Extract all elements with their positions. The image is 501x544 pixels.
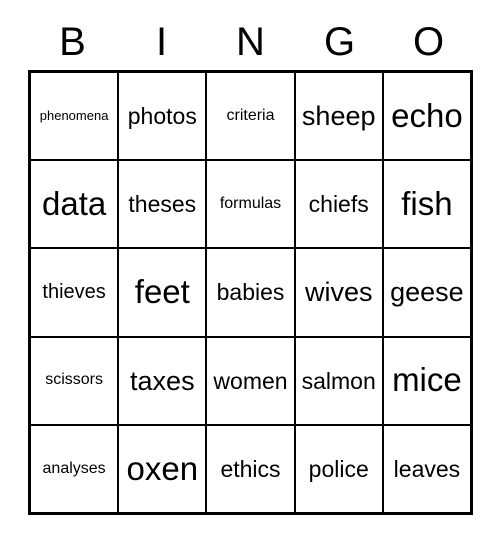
bingo-cell-label: formulas: [219, 194, 282, 212]
bingo-cell[interactable]: women: [207, 337, 296, 424]
bingo-cell-label: salmon: [301, 367, 376, 394]
bingo-cell[interactable]: police: [295, 425, 384, 513]
bingo-cell[interactable]: sheep: [295, 73, 384, 160]
bingo-cell[interactable]: criteria: [207, 73, 296, 160]
bingo-cell[interactable]: wives: [295, 249, 384, 336]
bingo-cell[interactable]: geese: [383, 249, 471, 336]
bingo-cell-label: wives: [304, 277, 373, 308]
bingo-cell[interactable]: feet: [119, 249, 208, 336]
bingo-cell-label: taxes: [130, 365, 195, 396]
bingo-cell[interactable]: scissors: [31, 337, 120, 424]
bingo-cell-label: thieves: [42, 281, 106, 303]
bingo-cell-label: geese: [390, 277, 464, 308]
bingo-cell-label: babies: [216, 279, 285, 306]
bingo-cell[interactable]: photos: [119, 73, 208, 160]
bingo-cell-label: criteria: [226, 106, 275, 124]
bingo-cell-label: echo: [391, 96, 463, 134]
bingo-cell[interactable]: data: [31, 161, 120, 248]
bingo-cell-label: scissors: [45, 371, 103, 389]
bingo-cell[interactable]: taxes: [119, 337, 208, 424]
bingo-row: thieves feet babies wives geese: [31, 249, 471, 338]
bingo-cell[interactable]: fish: [383, 161, 471, 248]
bingo-card: B I N G O phenomena photos criteria shee…: [0, 0, 501, 544]
header-letter-b: B: [59, 20, 86, 64]
bingo-cell[interactable]: oxen: [119, 425, 208, 513]
bingo-row: scissors taxes women salmon mice: [31, 337, 471, 426]
header-letter-n: N: [236, 20, 265, 64]
bingo-cell-label: theses: [128, 191, 197, 218]
bingo-header-row: B I N G O: [28, 14, 473, 70]
bingo-cell[interactable]: chiefs: [295, 161, 384, 248]
bingo-cell-label: photos: [127, 103, 197, 130]
bingo-cell[interactable]: babies: [207, 249, 296, 336]
bingo-cell-label: feet: [134, 273, 190, 311]
bingo-cell[interactable]: mice: [383, 337, 471, 424]
bingo-row: data theses formulas chiefs fish: [31, 161, 471, 250]
bingo-cell-label: leaves: [393, 455, 461, 482]
bingo-cell-label: ethics: [220, 455, 281, 482]
bingo-cell-label: oxen: [126, 449, 199, 487]
bingo-cell[interactable]: analyses: [31, 425, 120, 513]
bingo-cell[interactable]: theses: [119, 161, 208, 248]
header-letter-g: G: [323, 20, 356, 64]
bingo-row: phenomena photos criteria sheep echo: [31, 73, 471, 162]
bingo-row: analyses oxen ethics police leaves: [31, 425, 471, 513]
bingo-cell[interactable]: ethics: [207, 425, 296, 513]
bingo-cell[interactable]: salmon: [295, 337, 384, 424]
header-letter-o: O: [412, 20, 445, 64]
bingo-cell[interactable]: thieves: [31, 249, 120, 336]
bingo-grid: phenomena photos criteria sheep echo dat…: [28, 70, 473, 515]
bingo-cell-label: sheep: [301, 100, 376, 131]
bingo-cell[interactable]: leaves: [383, 425, 471, 513]
bingo-cell-label: women: [213, 367, 288, 394]
bingo-cell[interactable]: echo: [383, 73, 471, 160]
bingo-cell-label: mice: [392, 361, 462, 399]
bingo-cell-label: phenomena: [39, 108, 109, 124]
bingo-cell-label: chiefs: [308, 191, 369, 218]
bingo-cell[interactable]: formulas: [207, 161, 296, 248]
bingo-cell-label: data: [41, 184, 107, 222]
bingo-cell[interactable]: phenomena: [31, 73, 120, 160]
bingo-cell-label: analyses: [42, 459, 106, 477]
bingo-cell-label: fish: [401, 184, 453, 222]
header-letter-i: I: [155, 20, 168, 64]
bingo-cell-label: police: [308, 455, 369, 482]
